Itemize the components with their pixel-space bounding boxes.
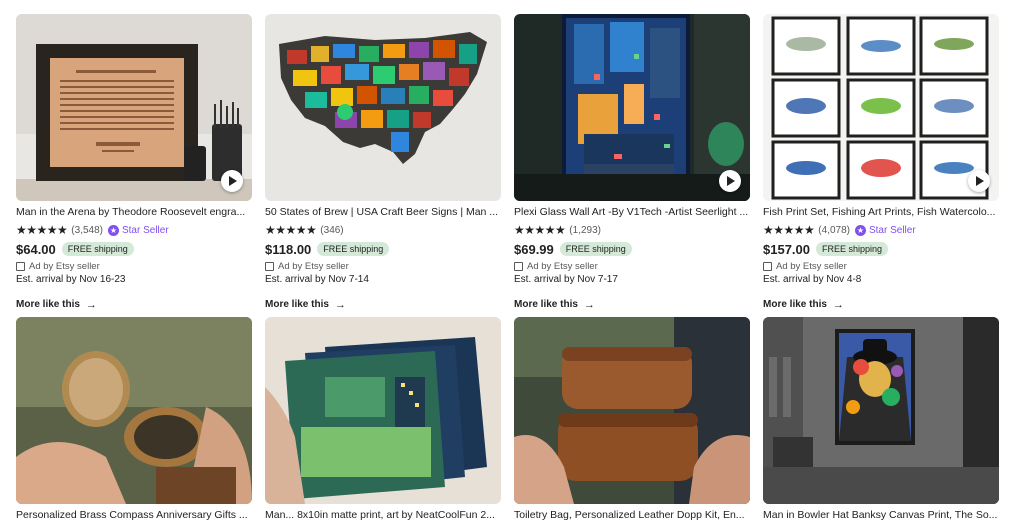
ad-text: Ad by Etsy seller (278, 260, 349, 272)
price: $157.00 (763, 241, 810, 257)
listing-card[interactable]: Personalized Brass Compass Anniversary G… (16, 317, 252, 522)
listing-title[interactable]: Man... 8x10in matte print, art by NeatCo… (265, 509, 501, 522)
listing-title[interactable]: Man in Bowler Hat Banksy Canvas Print, T… (763, 509, 999, 522)
rating: ★★★★★ (4,078) ★ Star Seller (763, 223, 999, 237)
listing-title[interactable]: Toiletry Bag, Personalized Leather Dopp … (514, 509, 750, 522)
rating: ★★★★★ (346) (265, 223, 501, 237)
price: $69.99 (514, 241, 554, 257)
estimated-arrival: Est. arrival by Nov 16-23 (16, 274, 126, 285)
more-like-this-link[interactable]: More like this → (265, 298, 501, 311)
listing-card[interactable]: Man in Bowler Hat Banksy Canvas Print, T… (763, 317, 999, 522)
listing-card[interactable]: Fish Print Set, Fishing Art Prints, Fish… (763, 14, 999, 311)
rating: ★★★★★ (1,293) (514, 223, 750, 237)
listing-image[interactable] (514, 317, 750, 504)
free-shipping-badge: FREE shipping (317, 242, 390, 256)
listing-image[interactable] (265, 317, 501, 504)
free-shipping-badge: FREE shipping (816, 242, 889, 256)
ad-text: Ad by Etsy seller (29, 260, 100, 272)
listing-title[interactable]: 50 States of Brew | USA Craft Beer Signs… (265, 206, 501, 219)
star-seller-label: Star Seller (121, 224, 169, 236)
listing-image[interactable] (16, 317, 252, 504)
star-seller-badge: ★ Star Seller (107, 224, 169, 236)
ad-label: Ad by Etsy seller (265, 260, 501, 272)
more-like-this-label: More like this (265, 299, 329, 310)
rating-stars-icon: ★★★★★ (265, 223, 317, 237)
ad-icon (16, 261, 25, 271)
listing-card[interactable]: Toiletry Bag, Personalized Leather Dopp … (514, 317, 750, 522)
ad-label: Ad by Etsy seller (763, 260, 999, 272)
price-row: $69.99 FREE shipping (514, 241, 750, 257)
rating-stars-icon: ★★★★★ (16, 223, 68, 237)
listing-card[interactable]: 50 States of Brew | USA Craft Beer Signs… (265, 14, 501, 311)
listing-image[interactable] (265, 14, 501, 201)
free-shipping-badge: FREE shipping (559, 242, 632, 256)
video-play-icon[interactable] (719, 170, 741, 192)
arrow-right-icon: → (832, 298, 844, 311)
star-seller-label: Star Seller (868, 224, 916, 236)
price: $64.00 (16, 241, 56, 257)
more-like-this-label: More like this (514, 299, 578, 310)
listing-title[interactable]: Personalized Brass Compass Anniversary G… (16, 509, 252, 522)
listing-grid: Man in the Arena by Theodore Roosevelt e… (0, 0, 1024, 522)
review-count: (3,548) (71, 224, 103, 236)
review-count: (346) (320, 224, 344, 236)
more-like-this-link[interactable]: More like this → (16, 298, 252, 311)
price-row: $118.00 FREE shipping (265, 241, 501, 257)
estimated-arrival: Est. arrival by Nov 7-14 (265, 274, 369, 285)
listing-image[interactable] (763, 317, 999, 504)
star-seller-icon: ★ (854, 224, 866, 236)
listing-title[interactable]: Plexi Glass Wall Art -By V1Tech -Artist … (514, 206, 750, 219)
ad-label: Ad by Etsy seller (514, 260, 750, 272)
listing-card[interactable]: Man... 8x10in matte print, art by NeatCo… (265, 317, 501, 522)
more-like-this-label: More like this (16, 299, 80, 310)
estimated-arrival: Est. arrival by Nov 7-17 (514, 274, 618, 285)
more-like-this-link[interactable]: More like this → (763, 298, 999, 311)
rating-stars-icon: ★★★★★ (763, 223, 815, 237)
review-count: (1,293) (569, 224, 601, 236)
more-like-this-link[interactable]: More like this → (514, 298, 750, 311)
video-play-icon[interactable] (221, 170, 243, 192)
review-count: (4,078) (818, 224, 850, 236)
estimated-arrival: Est. arrival by Nov 4-8 (763, 274, 862, 285)
ad-text: Ad by Etsy seller (527, 260, 598, 272)
listing-card[interactable]: Plexi Glass Wall Art -By V1Tech -Artist … (514, 14, 750, 311)
free-shipping-badge: FREE shipping (61, 242, 134, 256)
listing-title[interactable]: Man in the Arena by Theodore Roosevelt e… (16, 206, 252, 219)
arrow-right-icon: → (583, 298, 595, 311)
price-row: $157.00 FREE shipping (763, 241, 999, 257)
rating: ★★★★★ (3,548) ★ Star Seller (16, 223, 252, 237)
video-play-icon[interactable] (968, 170, 990, 192)
ad-text: Ad by Etsy seller (776, 260, 847, 272)
star-seller-badge: ★ Star Seller (854, 224, 916, 236)
more-like-this-label: More like this (763, 299, 827, 310)
ad-icon (514, 261, 523, 271)
ad-label: Ad by Etsy seller (16, 260, 252, 272)
rating-stars-icon: ★★★★★ (514, 223, 566, 237)
listing-image[interactable] (763, 14, 999, 201)
listing-card[interactable]: Man in the Arena by Theodore Roosevelt e… (16, 14, 252, 311)
listing-image[interactable] (514, 14, 750, 201)
arrow-right-icon: → (334, 298, 346, 311)
ad-icon (265, 261, 274, 271)
arrow-right-icon: → (85, 298, 97, 311)
listing-image[interactable] (16, 14, 252, 201)
ad-icon (763, 261, 772, 271)
star-seller-icon: ★ (107, 224, 119, 236)
price-row: $64.00 FREE shipping (16, 241, 252, 257)
price: $118.00 (265, 241, 312, 257)
listing-title[interactable]: Fish Print Set, Fishing Art Prints, Fish… (763, 206, 999, 219)
